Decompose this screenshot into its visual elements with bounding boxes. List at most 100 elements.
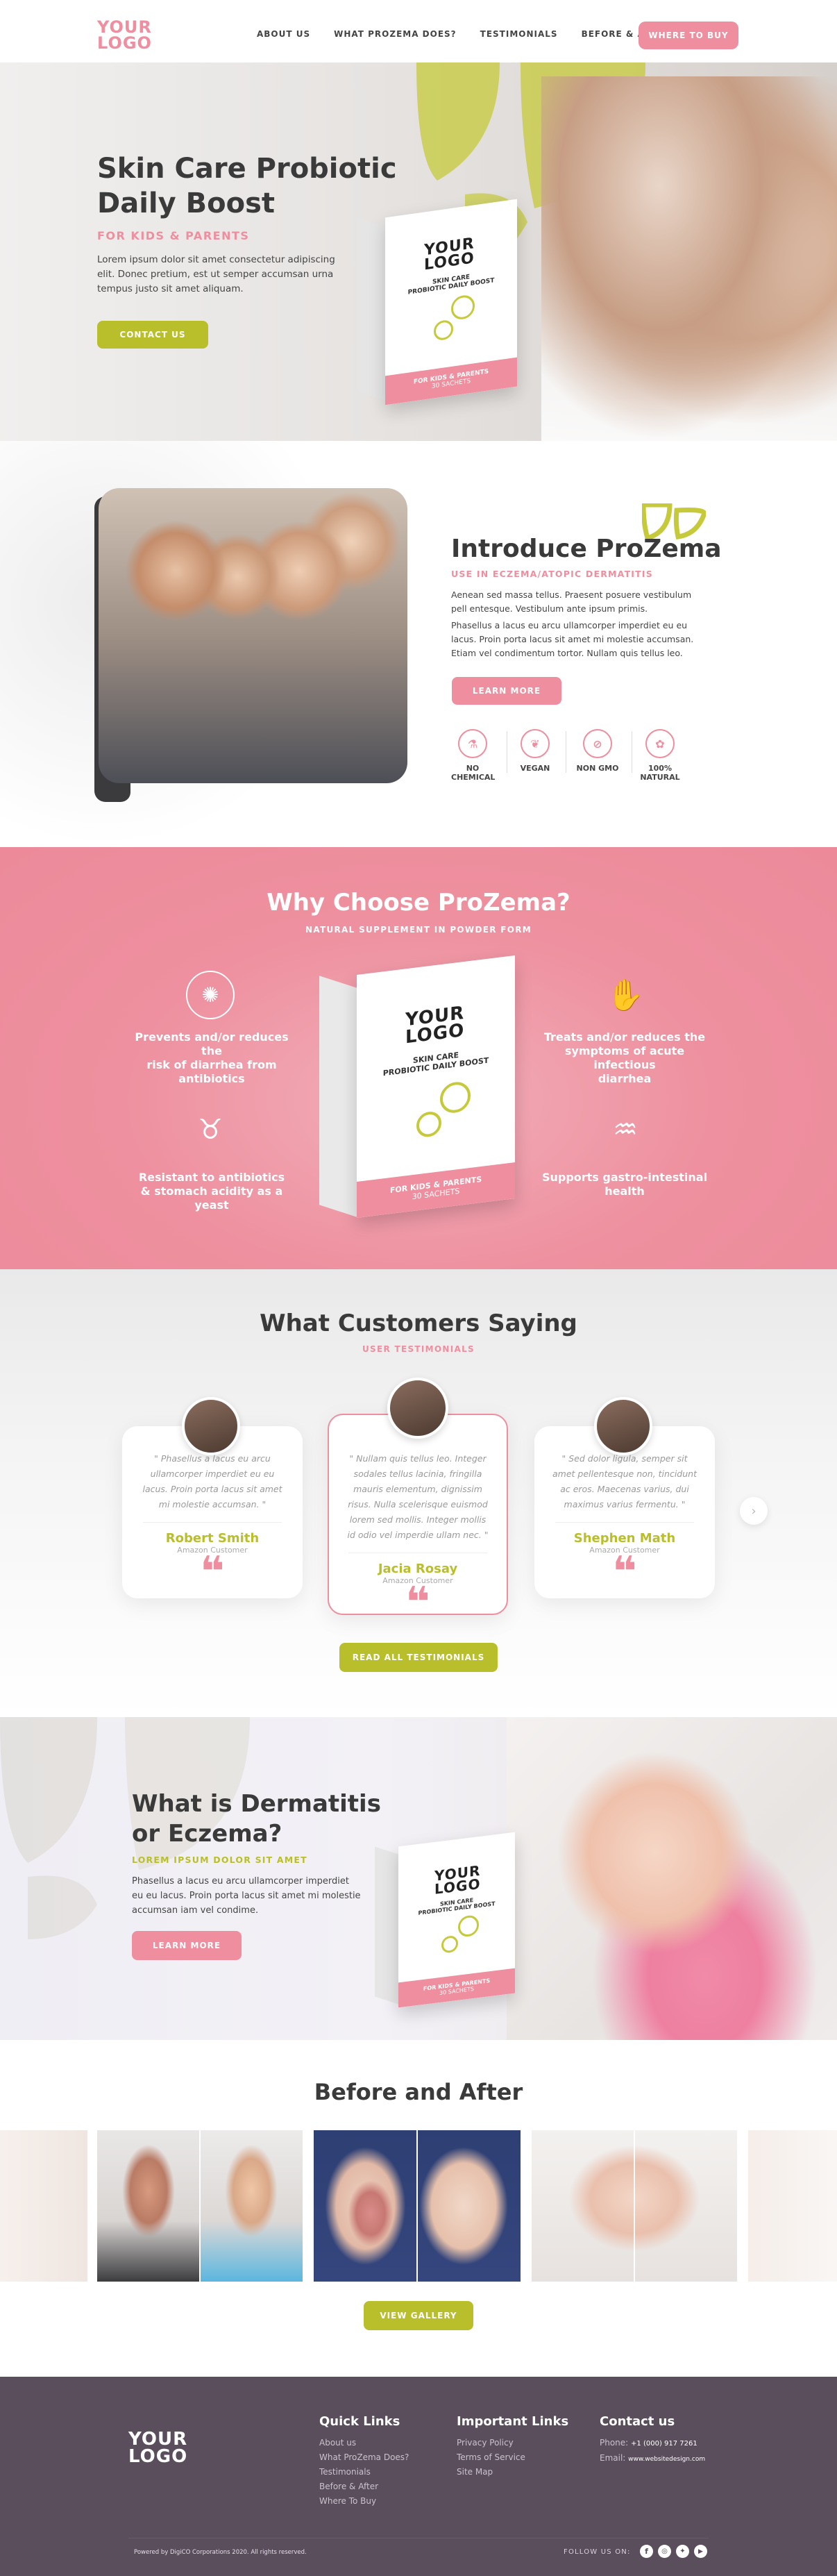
natural-leaf-icon: ✿: [645, 729, 675, 758]
contact-column: Contact us Phone: +1 (000) 917 7261 Emai…: [600, 2414, 705, 2467]
testimonial-name: Shephen Math: [573, 1531, 676, 1546]
badge-line2: CHEMICAL: [451, 773, 496, 782]
contact-phone-row: Phone: +1 (000) 917 7261: [600, 2436, 705, 2451]
contact-email-row: Email: www.websitedesign.com: [600, 2451, 705, 2467]
dermatitis-title: What is Dermatitis or Eczema?: [132, 1789, 381, 1849]
hand-virus-icon: ✋: [606, 978, 645, 1013]
footer-link-where-to-buy[interactable]: Where To Buy: [319, 2494, 409, 2509]
view-gallery-button[interactable]: VIEW GALLERY: [364, 2301, 473, 2330]
before-after-image-knee[interactable]: [314, 2130, 521, 2282]
footer-link-privacy-policy[interactable]: Privacy Policy: [457, 2436, 568, 2450]
before-after-section: Before and After VIEW GALLERY: [0, 2040, 837, 2377]
hero-title: Skin Care Probiotic Daily Boost: [97, 151, 397, 221]
dermatitis-title-line2: or Eczema?: [132, 1820, 282, 1848]
testimonial-name: Robert Smith: [165, 1531, 260, 1546]
before-after-image-baby[interactable]: [532, 2130, 737, 2282]
instagram-icon[interactable]: ◎: [658, 2545, 671, 2558]
benefit-line: Supports gastro-intestinal: [541, 1171, 708, 1184]
avatar: [182, 1397, 240, 1455]
introduce-subtitle: USE IN ECZEMA/ATOPIC DERMATITIS: [451, 569, 653, 579]
flask-icon: ⚗: [458, 729, 487, 758]
benefit-line: Prevents and/or reduces the: [135, 1030, 289, 1057]
benefit-line: Treats and/or reduces the: [543, 1030, 706, 1044]
benefit-diarrhea-antibiotics: Prevents and/or reduces the risk of diar…: [125, 1030, 298, 1086]
smiley-icon: [440, 1080, 471, 1115]
footer-link-about-us[interactable]: About us: [319, 2436, 409, 2450]
hero-title-line1: Skin Care Probiotic: [97, 153, 397, 185]
stomach-icon: ♉: [198, 1114, 223, 1146]
phone-label: Phone:: [600, 2438, 629, 2448]
benefit-infectious-diarrhea: Treats and/or reduces the symptoms of ac…: [534, 1030, 715, 1086]
smiley-icon: [416, 1110, 441, 1139]
contact-us-button[interactable]: CONTACT US: [97, 321, 208, 349]
dermatitis-body: Phasellus a lacus eu arcu ullamcorper im…: [132, 1876, 361, 1916]
twitter-icon[interactable]: ✦: [676, 2545, 689, 2558]
dermatitis-learn-more-button[interactable]: LEARN MORE: [132, 1931, 242, 1960]
testimonial-quote: " Phasellus a lacus eu arcu ullamcorper …: [142, 1453, 282, 1509]
read-all-testimonials-button[interactable]: READ ALL TESTIMONIALS: [339, 1643, 498, 1672]
why-product-box: YOUR LOGO SKIN CARE PROBIOTIC DAILY BOOS…: [319, 955, 521, 1229]
footer-link-testimonials[interactable]: Testimonials: [319, 2465, 409, 2479]
logo-line2: LOGO: [97, 33, 152, 53]
badge-vegan: ❦ VEGAN: [514, 729, 557, 773]
header-logo[interactable]: YOUR LOGO: [97, 19, 152, 51]
introduce-para1: Aenean sed massa tellus. Praesent posuer…: [451, 589, 692, 614]
benefit-resistant: Resistant to antibiotics & stomach acidi…: [125, 1171, 298, 1212]
badge-line2: NATURAL: [640, 773, 680, 782]
where-to-buy-button[interactable]: WHERE TO BUY: [639, 22, 738, 49]
footer-link-site-map[interactable]: Site Map: [457, 2465, 568, 2479]
hero-product-box: YOUR LOGO SKIN CARE PROBIOTIC DAILY BOOS…: [357, 199, 524, 410]
youtube-icon[interactable]: ▶: [694, 2545, 707, 2558]
introduce-title: Introduce ProZema: [451, 535, 722, 563]
nav-about-us[interactable]: ABOUT US: [257, 29, 310, 39]
hero-body: Lorem ipsum dolor sit amet consectetur a…: [97, 254, 335, 294]
why-section: Why Choose ProZema? NATURAL SUPPLEMENT I…: [0, 847, 837, 1269]
hero-subtitle: FOR KIDS & PARENTS: [97, 229, 250, 242]
badge-natural: ✿ 100% NATURAL: [637, 729, 683, 782]
badge-line1: NON GMO: [576, 764, 619, 773]
footer-logo-line1: YOUR: [128, 2429, 188, 2450]
carousel-next-arrow-icon[interactable]: ›: [740, 1497, 768, 1525]
testimonials-subtitle: USER TESTIMONIALS: [362, 1344, 475, 1354]
benefit-line: Resistant to antibiotics: [138, 1171, 285, 1184]
avatar: [387, 1378, 448, 1439]
testimonial-card-featured: " Nullam quis tellus leo. Integer sodale…: [328, 1414, 508, 1623]
hero-title-line2: Daily Boost: [97, 187, 275, 219]
dermatitis-product-box: YOUR LOGO SKIN CARE PROBIOTIC DAILY BOOS…: [375, 1832, 522, 2013]
before-after-image-man[interactable]: [97, 2130, 303, 2282]
quick-links-column: Quick Links About us What ProZema Does? …: [319, 2414, 409, 2509]
benefit-gastro: Supports gastro-intestinal health: [534, 1171, 715, 1198]
important-links-column: Important Links Privacy Policy Terms of …: [457, 2414, 568, 2479]
testimonials-section: What Customers Saying USER TESTIMONIALS …: [0, 1269, 837, 1717]
badge-no-chemical: ⚗ NO CHEMICAL: [451, 729, 496, 782]
badge-line1: NO: [466, 764, 480, 773]
introduce-learn-more-button[interactable]: LEARN MORE: [452, 677, 561, 705]
footer-link-what-prozema-does[interactable]: What ProZema Does?: [319, 2450, 409, 2465]
hero-section: Skin Care Probiotic Daily Boost FOR KIDS…: [0, 62, 837, 441]
why-title: Why Choose ProZema?: [267, 889, 570, 917]
social-icons: f ◎ ✦ ▶: [640, 2545, 707, 2558]
badge-line1: 100%: [648, 764, 672, 773]
footer-logo[interactable]: YOUR LOGO: [128, 2429, 188, 2465]
before-after-title: Before and After: [314, 2079, 523, 2105]
footer-divider: [128, 2538, 709, 2539]
quick-links-title: Quick Links: [319, 2414, 400, 2429]
footer-link-terms-of-service[interactable]: Terms of Service: [457, 2450, 568, 2465]
footer-link-before-after[interactable]: Before & After: [319, 2479, 409, 2494]
email-value[interactable]: www.websitedesign.com: [628, 2456, 705, 2463]
nav-testimonials[interactable]: TESTIMONIALS: [480, 29, 558, 39]
non-gmo-icon: ⊘: [583, 729, 612, 758]
facebook-icon[interactable]: f: [640, 2545, 653, 2558]
quote-icon: ❝: [405, 1578, 430, 1627]
dermatitis-section: What is Dermatitis or Eczema? LOREM IPSU…: [0, 1717, 837, 2040]
avatar: [594, 1397, 652, 1455]
email-label: Email:: [600, 2453, 626, 2463]
why-subtitle: NATURAL SUPPLEMENT IN POWDER FORM: [305, 925, 532, 935]
nav-what-prozema-does[interactable]: WHAT PROZEMA DOES?: [334, 29, 457, 39]
quote-icon: ❝: [612, 1548, 637, 1596]
introduce-para2: Phasellus a lacus eu arcu ullamcorper im…: [451, 620, 694, 658]
gut-icon: ♒: [613, 1114, 638, 1146]
phone-value[interactable]: +1 (000) 917 7261: [631, 2440, 698, 2448]
contact-title: Contact us: [600, 2414, 675, 2429]
smiley-icon: [434, 319, 453, 342]
